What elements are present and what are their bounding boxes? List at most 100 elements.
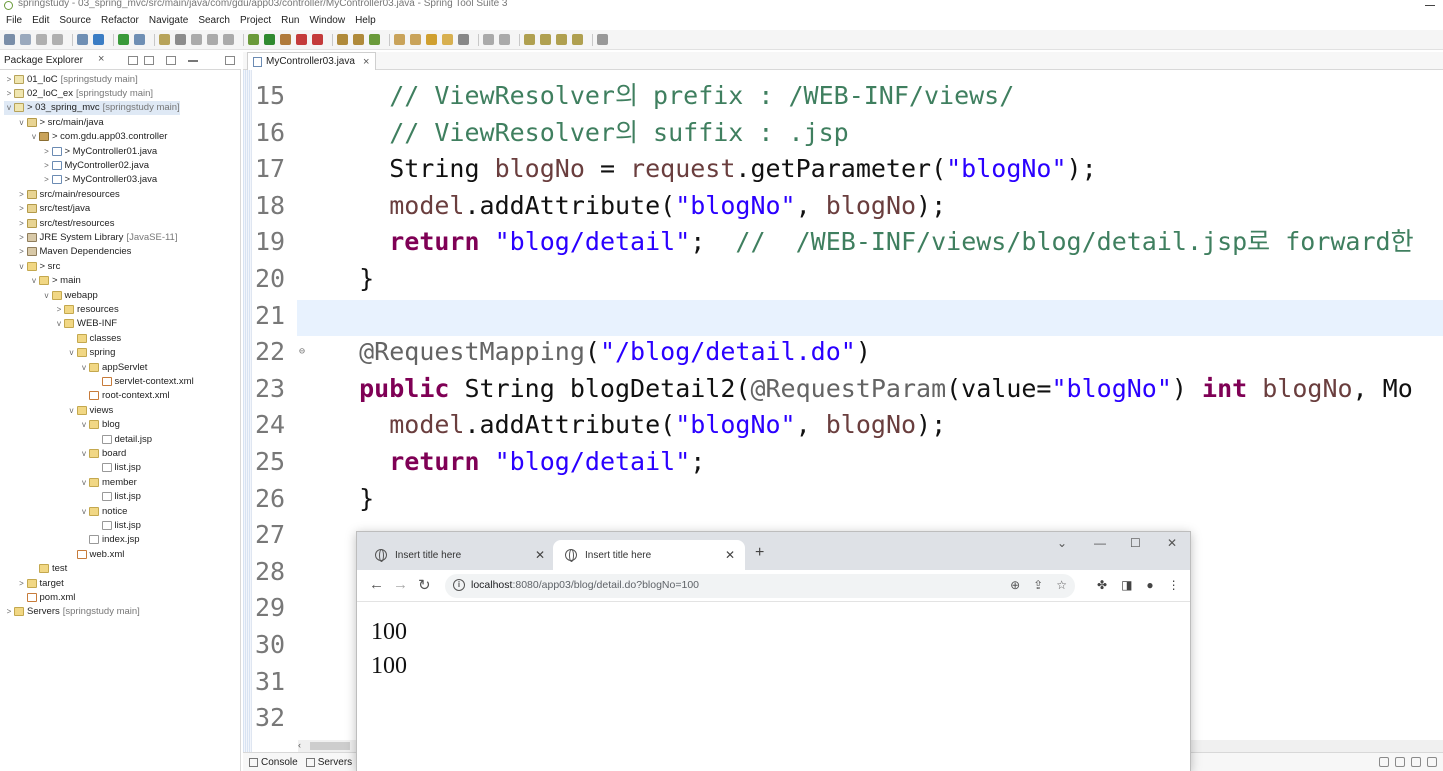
toolbar-button-icon[interactable] [556, 34, 567, 45]
toolbar-button-icon[interactable] [134, 34, 145, 45]
tree-item[interactable]: > > MyController01.java [42, 144, 157, 158]
chevron-down-icon[interactable]: v [79, 420, 89, 429]
menu-help[interactable]: Help [355, 15, 376, 26]
kebab-menu-icon[interactable]: ⋮ [1168, 578, 1180, 592]
profile-icon[interactable]: ● [1146, 578, 1153, 592]
tree-item[interactable]: > src/test/resources [17, 216, 114, 230]
menu-window[interactable]: Window [309, 15, 345, 26]
code-line[interactable]: model.addAttribute("blogNo", blogNo); [329, 188, 946, 224]
browser-close-icon[interactable]: ✕ [1167, 536, 1177, 550]
toolbar-button-icon[interactable] [280, 34, 291, 45]
toolbar-button-icon[interactable] [458, 34, 469, 45]
chevron-right-icon[interactable]: > [17, 219, 27, 228]
toolbar-button-icon[interactable] [312, 34, 323, 45]
tree-item[interactable]: servlet-context.xml [92, 374, 194, 388]
close-icon[interactable]: × [98, 53, 104, 65]
code-line[interactable]: } [329, 261, 374, 297]
tree-item[interactable]: v > 03_spring_mvc [springstudy main] [4, 100, 180, 115]
tree-item[interactable]: > Maven Dependencies [17, 245, 131, 259]
code-line[interactable]: } [329, 481, 374, 517]
close-tab-icon[interactable]: ✕ [535, 548, 545, 562]
side-panel-icon[interactable]: ◨ [1121, 578, 1132, 592]
tree-item[interactable]: > src/test/java [17, 202, 90, 216]
chevron-down-icon[interactable]: v [54, 319, 64, 328]
chevron-right-icon[interactable]: > [42, 175, 52, 184]
chevron-down-icon[interactable]: v [29, 132, 39, 141]
close-tab-icon[interactable]: ✕ [725, 548, 735, 562]
status-icon[interactable] [1395, 757, 1405, 767]
tree-item[interactable]: classes [67, 331, 121, 345]
tree-item[interactable]: v blog [79, 418, 120, 432]
menu-run[interactable]: Run [281, 15, 299, 26]
chevron-down-icon[interactable]: v [79, 478, 89, 487]
tree-item[interactable]: v webapp [42, 288, 98, 302]
tree-item[interactable]: pom.xml [17, 590, 75, 604]
tree-item[interactable]: list.jsp [92, 461, 141, 475]
tree-item[interactable]: > Servers [springstudy main] [4, 605, 140, 619]
chevron-right-icon[interactable]: > [17, 190, 27, 199]
status-icon[interactable] [1379, 757, 1389, 767]
toolbar-button-icon[interactable] [524, 34, 535, 45]
editor-tab-mycontroller03[interactable]: MyController03.java × [247, 52, 377, 70]
tree-item[interactable]: > JRE System Library [JavaSE-11] [17, 230, 177, 244]
servers-tab[interactable]: Servers [305, 757, 352, 768]
toolbar-button-icon[interactable] [369, 34, 380, 45]
code-line[interactable]: String blogNo = request.getParameter("bl… [329, 151, 1096, 187]
toolbar-button-icon[interactable] [337, 34, 348, 45]
fold-icon[interactable]: ⊖ [299, 334, 305, 370]
scroll-left-icon[interactable]: ‹ [298, 740, 301, 750]
tree-item[interactable]: > MyController02.java [42, 158, 149, 172]
status-icon[interactable] [1427, 757, 1437, 767]
tree-item[interactable]: > target [17, 576, 64, 590]
tree-item[interactable]: detail.jsp [92, 432, 152, 446]
chevron-down-icon[interactable]: v [67, 406, 77, 415]
chevron-down-icon[interactable]: v [67, 348, 77, 357]
toolbar-button-icon[interactable] [118, 34, 129, 45]
url-text[interactable]: localhost:8080/app03/blog/detail.do?blog… [471, 579, 699, 591]
code-line[interactable]: @RequestMapping("/blog/detail.do") [329, 334, 871, 370]
toolbar-button-icon[interactable] [175, 34, 186, 45]
tree-item[interactable]: v spring [67, 346, 116, 360]
scrollbar-thumb[interactable] [310, 742, 350, 750]
chevron-right-icon[interactable]: > [54, 305, 64, 314]
collapse-all-icon[interactable] [128, 56, 138, 65]
menu-edit[interactable]: Edit [32, 15, 49, 26]
toolbar-button-icon[interactable] [540, 34, 551, 45]
window-minimize-button[interactable] [1425, 0, 1435, 8]
chevron-right-icon[interactable]: > [17, 233, 27, 242]
menu-refactor[interactable]: Refactor [101, 15, 139, 26]
new-tab-icon[interactable]: + [755, 544, 764, 562]
toolbar-button-icon[interactable] [426, 34, 437, 45]
toolbar-button-icon[interactable] [499, 34, 510, 45]
browser-maximize-icon[interactable]: ☐ [1130, 536, 1141, 550]
chevron-right-icon[interactable]: > [4, 607, 14, 616]
tree-item[interactable]: v appServlet [79, 360, 147, 374]
tree-item[interactable]: v > com.gdu.app03.controller [29, 130, 167, 144]
menu-project[interactable]: Project [240, 15, 271, 26]
browser-tab-1[interactable]: Insert title here ✕ [363, 540, 555, 570]
toolbar-button-icon[interactable] [572, 34, 583, 45]
tree-item[interactable]: > src/main/resources [17, 187, 120, 201]
code-line[interactable]: return "blog/detail"; // /WEB-INF/views/… [329, 224, 1413, 260]
browser-minimize-icon[interactable]: — [1094, 536, 1106, 550]
link-with-editor-icon[interactable] [144, 56, 154, 65]
tree-item[interactable]: > > MyController03.java [42, 173, 157, 187]
toolbar-button-icon[interactable] [442, 34, 453, 45]
tree-item[interactable]: v views [67, 403, 114, 417]
toolbar-button-icon[interactable] [394, 34, 405, 45]
tree-item[interactable]: v > src [17, 259, 61, 273]
chevron-down-icon[interactable]: v [4, 103, 14, 112]
tree-item[interactable]: v notice [79, 504, 127, 518]
toolbar-button-icon[interactable] [4, 34, 15, 45]
maximize-view-icon[interactable] [225, 56, 235, 65]
code-line[interactable]: // ViewResolver의 prefix : /WEB-INF/views… [329, 78, 1014, 114]
chevron-right-icon[interactable]: > [4, 75, 14, 84]
arrow-right-icon[interactable]: → [393, 576, 408, 593]
toolbar-button-icon[interactable] [207, 34, 218, 45]
chevron-right-icon[interactable]: > [17, 579, 27, 588]
toolbar-button-icon[interactable] [20, 34, 31, 45]
chevron-down-icon[interactable]: v [29, 276, 39, 285]
toolbar-button-icon[interactable] [191, 34, 202, 45]
address-bar[interactable]: i localhost:8080/app03/blog/detail.do?bl… [445, 574, 1075, 598]
browser-tab-2[interactable]: Insert title here ✕ [553, 540, 745, 570]
